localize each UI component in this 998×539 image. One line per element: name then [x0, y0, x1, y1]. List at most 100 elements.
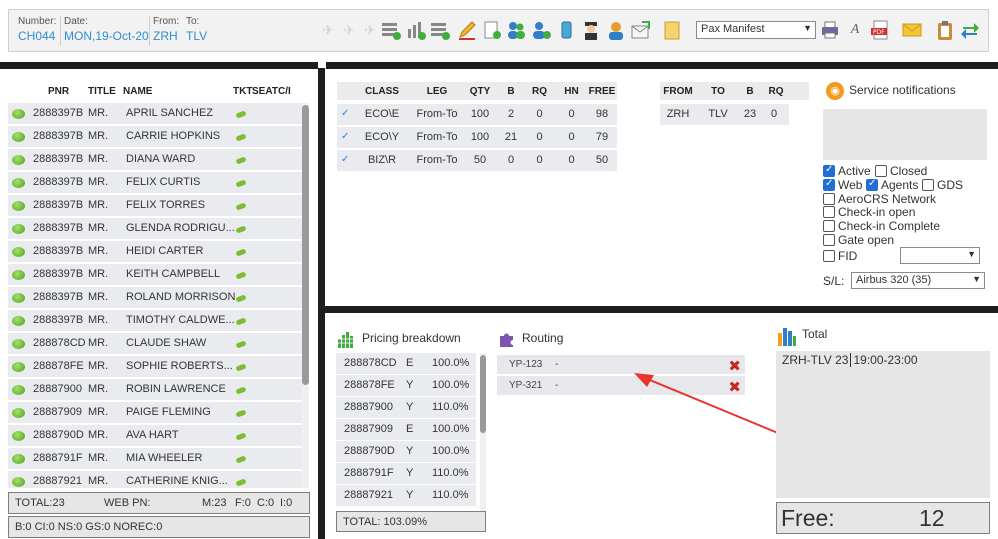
pax-pnr: 2888397B [33, 245, 84, 257]
stack-down-icon[interactable] [429, 19, 451, 41]
status-dot-icon [12, 316, 25, 326]
table-row[interactable]: 2888397B MR. KEITH CAMPBELL [8, 264, 303, 285]
table-row[interactable]: ✓ ECO\E From-To 100 2 0 0 98 [337, 104, 617, 125]
routing-title: Routing [498, 330, 563, 348]
table-row[interactable]: 2888397B MR. APRIL SANCHEZ [8, 103, 303, 124]
service-notifications-label: Service notifications [849, 83, 956, 98]
checkin-open-checkbox[interactable]: Check-in open [823, 205, 915, 219]
total-time: 19:00-23:00 [853, 353, 918, 367]
ticket-icon [235, 363, 247, 372]
seat-layout-select[interactable]: Airbus 320 (35) ▼ [851, 272, 985, 289]
web-checkbox[interactable]: Web [823, 178, 862, 192]
pilot-icon[interactable] [580, 19, 602, 41]
agents-checkbox[interactable]: Agents [866, 178, 918, 192]
gate-open-checkbox[interactable]: Gate open [823, 233, 894, 247]
table-row[interactable]: 288878CD MR. CLAUDE SHAW [8, 333, 303, 354]
scrollbar-thumb[interactable] [302, 105, 309, 385]
table-row[interactable]: ✓ ECO\Y From-To 100 21 0 0 79 [337, 127, 617, 148]
status-dot-icon [12, 247, 25, 257]
table-row[interactable]: 288878CD E 100.0% [336, 353, 476, 374]
pax-pnr: 2888397B [33, 268, 84, 280]
document-add-icon[interactable] [481, 19, 503, 41]
col-name: NAME [123, 86, 153, 97]
table-row[interactable]: 28887921 MR. CATHERINE KNIG... [8, 471, 303, 488]
table-row[interactable]: 28887900 MR. ROBIN LAWRENCE [8, 379, 303, 400]
number-value[interactable]: CH044 [18, 28, 56, 44]
col-qty: QTY [469, 86, 491, 97]
pax-title: MR. [88, 268, 109, 280]
table-row[interactable]: 2888790D MR. AVA HART [8, 425, 303, 446]
note-icon[interactable] [661, 19, 683, 41]
to-value[interactable]: TLV [186, 28, 207, 44]
table-row[interactable]: 288878FE MR. SOPHIE ROBERTS... [8, 356, 303, 377]
table-row[interactable]: 2888790D Y 100.0% [336, 441, 476, 462]
pax-title: MR. [88, 475, 109, 487]
table-row[interactable]: 2888397B MR. DIANA WARD [8, 149, 303, 170]
table-row[interactable]: 2888397B MR. ROLAND MORRISON [8, 287, 303, 308]
table-row[interactable]: 2888791F Y 110.0% [336, 463, 476, 484]
active-checkbox[interactable]: Active [823, 164, 871, 178]
stack-add-icon[interactable] [380, 19, 402, 41]
pencil-icon[interactable] [456, 19, 478, 41]
table-row[interactable]: 2888397B MR. TIMOTHY CALDWE... [8, 310, 303, 331]
ticket-icon [235, 340, 247, 349]
aerocrs-checkbox[interactable]: AeroCRS Network [823, 192, 936, 206]
pricing-percent: 110.0% [432, 401, 469, 413]
mail-export-icon[interactable] [630, 19, 652, 41]
ticket-icon [235, 432, 247, 441]
panel-divider [325, 306, 998, 313]
table-row[interactable]: 28887900 Y 110.0% [336, 397, 476, 418]
pax-pnr: 28887900 [33, 383, 82, 395]
pricing-title: Pricing breakdown [338, 330, 461, 348]
table-row[interactable]: 288878FE Y 100.0% [336, 375, 476, 396]
plane-add-icon[interactable]: ✈ [317, 19, 339, 41]
table-row[interactable]: 2888397B MR. FELIX TORRES [8, 195, 303, 216]
class-b: 0 [507, 154, 515, 166]
table-row[interactable]: 28887909 MR. PAIGE FLEMING [8, 402, 303, 423]
text-icon[interactable]: A [844, 19, 866, 41]
user-money-icon[interactable] [530, 19, 552, 41]
status-dot-icon [12, 408, 25, 418]
col-leg: LEG [426, 86, 448, 97]
envelope-icon[interactable] [901, 19, 923, 41]
clipboard-icon[interactable] [934, 19, 956, 41]
table-row[interactable]: 2888397B MR. HEIDI CARTER [8, 241, 303, 262]
table-row[interactable]: ZRH TLV 23 0 [660, 104, 789, 125]
manifest-select[interactable]: Pax Manifest ▼ [696, 21, 816, 39]
plane-add-icon[interactable]: ✈ [359, 19, 381, 41]
checkbox-checked-icon [823, 164, 835, 177]
pricing-percent: 110.0% [432, 467, 469, 479]
date-value[interactable]: MON,19-Oct-20 [64, 28, 149, 44]
pricing-scrollbar[interactable] [480, 353, 486, 513]
checkbox-icon [823, 206, 835, 218]
pax-title: MR. [88, 130, 109, 142]
crew-icon[interactable] [605, 19, 627, 41]
closed-checkbox[interactable]: Closed [875, 164, 927, 178]
table-row[interactable]: 2888397B MR. GLENDA RODRIGU... [8, 218, 303, 239]
to-field: To: TLV [186, 16, 207, 44]
checkin-complete-checkbox[interactable]: Check-in Complete [823, 219, 940, 233]
printer-icon[interactable] [819, 19, 841, 41]
plane-add-icon[interactable]: ✈ [338, 19, 360, 41]
chart-add-icon[interactable] [405, 19, 427, 41]
fid-select[interactable]: ▼ [900, 247, 980, 264]
pax-name: DIANA WARD [126, 153, 196, 165]
scrollbar-thumb[interactable] [480, 355, 486, 433]
checkbox-checked-icon [866, 178, 878, 191]
table-row[interactable]: 28887921 Y 110.0% [336, 485, 476, 506]
pax-pnr: 28887909 [33, 406, 82, 418]
refresh-icon[interactable] [959, 19, 981, 41]
table-row[interactable]: 2888397B MR. FELIX CURTIS [8, 172, 303, 193]
table-row[interactable]: 2888397B MR. CARRIE HOPKINS [8, 126, 303, 147]
group-icon[interactable] [505, 19, 527, 41]
table-row[interactable]: ✓ BIZ\R From-To 50 0 0 0 50 [337, 150, 617, 171]
fid-checkbox[interactable]: FID [823, 249, 857, 263]
pax-scrollbar[interactable] [302, 103, 309, 488]
table-row[interactable]: 2888791F MR. MIA WHEELER [8, 448, 303, 469]
table-row[interactable]: 28887909 E 100.0% [336, 419, 476, 440]
gds-checkbox[interactable]: GDS [922, 178, 963, 192]
from-value[interactable]: ZRH [153, 28, 179, 44]
class-rq: 0 [536, 108, 543, 120]
pdf-icon[interactable]: PDF [869, 19, 891, 41]
phone-icon[interactable] [555, 19, 577, 41]
